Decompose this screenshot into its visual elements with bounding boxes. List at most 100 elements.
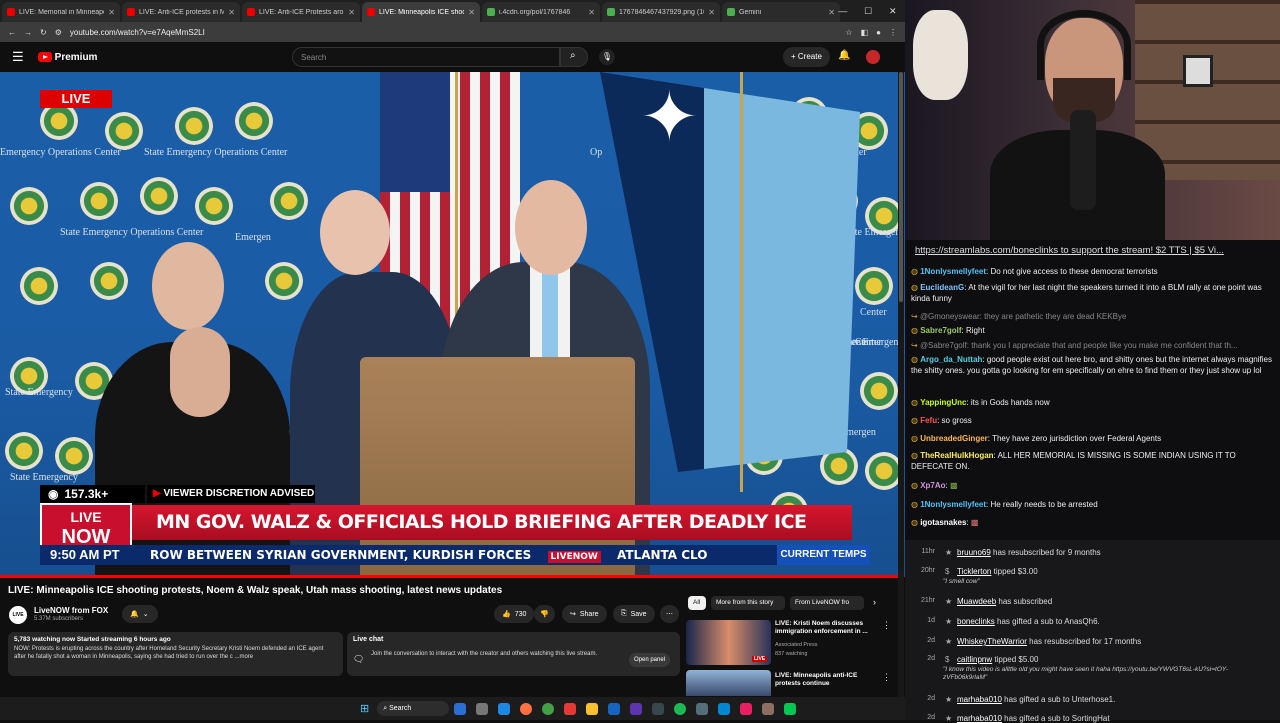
browser-tab[interactable]: LIVE: Minneapolis ICE shoo ✕	[362, 2, 480, 22]
app-icon[interactable]	[520, 702, 533, 715]
app-icon[interactable]	[652, 702, 665, 715]
event-user[interactable]: WhiskeyTheWarrior	[957, 637, 1027, 646]
event-user[interactable]: marhaba010	[957, 695, 1002, 704]
account-avatar[interactable]	[866, 50, 880, 64]
maximize-icon[interactable]: ☐	[864, 6, 872, 17]
chat-username[interactable]: 1Nonlysmellyfeet	[920, 500, 986, 509]
like-button[interactable]: 👍 730	[494, 605, 535, 623]
site-info-icon[interactable]: ⚙	[55, 28, 62, 37]
tab-close-icon[interactable]: ✕	[708, 8, 715, 17]
chat-username[interactable]: Fefu	[920, 416, 937, 425]
event-user[interactable]: boneclinks	[957, 617, 995, 626]
browser-tab[interactable]: LIVE: Anti-ICE Protests aro ✕	[242, 2, 360, 22]
related-more-icon[interactable]: ⋮	[882, 672, 891, 683]
profile-icon[interactable]: ●	[876, 28, 881, 37]
event-body: caitlinpnw tipped $5.00	[957, 655, 1038, 664]
app-icon[interactable]	[454, 702, 467, 715]
save-button[interactable]: ⎘ Save	[613, 605, 655, 623]
tab-close-icon[interactable]: ✕	[228, 8, 235, 17]
tab-close-icon[interactable]: ✕	[588, 8, 595, 17]
related-video-2[interactable]: LIVE: Minneapolis anti-ICE protests cont…	[686, 670, 896, 696]
minimize-icon[interactable]: —	[838, 6, 847, 16]
chips-next-chevron-icon[interactable]: ›	[873, 597, 876, 607]
bookmark-star-icon[interactable]: ☆	[845, 28, 852, 37]
reload-icon[interactable]: ↻	[40, 28, 47, 37]
app-icon[interactable]	[784, 702, 797, 715]
event-user[interactable]: marhaba010	[957, 714, 1002, 723]
app-icon[interactable]	[542, 702, 555, 715]
open-panel-button[interactable]: Open panel	[629, 653, 671, 667]
windows-start-icon[interactable]: ⊞	[360, 702, 369, 715]
app-icon[interactable]	[762, 702, 775, 715]
chat-username[interactable]: 1Nonlysmellyfeet	[920, 267, 986, 276]
app-icon[interactable]	[476, 702, 489, 715]
related-video-1[interactable]: LIVE LIVE: Kristi Noem discusses immigra…	[686, 620, 896, 665]
description-box[interactable]: 5,783 watching now Started streaming 6 h…	[8, 632, 343, 676]
live-now-logo: LIVE NOW	[40, 503, 132, 548]
back-icon[interactable]: ←	[8, 28, 16, 37]
app-icon[interactable]	[498, 702, 511, 715]
chat-username[interactable]: Xp7Ao	[920, 481, 945, 490]
app-icon[interactable]	[564, 702, 577, 715]
create-button[interactable]: + Create	[783, 47, 830, 67]
scrollbar-thumb[interactable]	[899, 72, 903, 302]
app-icon[interactable]	[608, 702, 621, 715]
chat-username[interactable]: Sabre7golf	[920, 326, 961, 335]
chat-badge-icon: ◍	[911, 451, 921, 460]
search-input[interactable]: Search	[292, 47, 560, 67]
live-badge-small: LIVE	[752, 656, 768, 662]
chat-username[interactable]: TheRealHulkHogan	[920, 451, 993, 460]
channel-name[interactable]: LiveNOW from FOX	[34, 606, 108, 615]
channel-avatar[interactable]: LIVE	[9, 606, 27, 624]
tab-close-icon[interactable]: ✕	[348, 8, 355, 17]
browser-tab[interactable]: LIVE: Memorial in Minneapolis ✕	[2, 2, 120, 22]
chat-username[interactable]: Argo_da_Nuttah	[920, 355, 982, 364]
search-button[interactable]: ⌕	[560, 47, 588, 67]
browser-tab[interactable]: 1767846467437929.png (100 ✕	[602, 2, 720, 22]
close-icon[interactable]: ✕	[889, 6, 897, 17]
page-scrollbar[interactable]	[898, 72, 904, 697]
share-button[interactable]: ↪ Share	[562, 605, 607, 623]
hamburger-menu-icon[interactable]: ☰	[12, 49, 24, 65]
url-field[interactable]: youtube.com/watch?v=e7AqeMmS2LI	[70, 28, 838, 37]
tab-close-icon[interactable]: ✕	[108, 8, 115, 17]
notifications-bell-icon[interactable]: 🔔	[838, 50, 850, 61]
event-user[interactable]: Muawdeeb	[957, 597, 996, 606]
chat-username[interactable]: YappingUnc	[920, 398, 966, 407]
chat-username[interactable]: UnbreadedGinger	[920, 434, 988, 443]
app-icon[interactable]	[740, 702, 753, 715]
event-user[interactable]: bruuno69	[957, 548, 991, 557]
app-icon[interactable]	[630, 702, 643, 715]
filter-chip[interactable]: More from this story	[711, 596, 785, 610]
chat-username[interactable]: igotasnakes	[920, 518, 966, 527]
chat-banner[interactable]: https://streamlabs.com/boneclinks to sup…	[915, 245, 1275, 256]
app-icon[interactable]	[674, 702, 687, 715]
filter-chip[interactable]: All	[688, 596, 706, 610]
filter-chip[interactable]: From LiveNOW fro	[790, 596, 864, 610]
youtube-logo[interactable]: Premium	[37, 52, 97, 63]
chat-text: so gross	[941, 416, 972, 425]
chat-username[interactable]: EuclideanG	[920, 283, 964, 292]
browser-tab[interactable]: i.4cdn.org/pol/1767846 ✕	[482, 2, 600, 22]
dislike-button[interactable]: 👎	[534, 605, 555, 623]
subscribed-bell-button[interactable]: 🔔 ⌄	[122, 605, 158, 623]
extensions-icon[interactable]: ◧	[861, 28, 869, 37]
chat-message: ◍ EuclideanG: At the vigil for her last …	[911, 282, 1274, 304]
more-actions-button[interactable]: ⋯	[660, 605, 679, 623]
forward-icon[interactable]: →	[24, 28, 32, 37]
event-user[interactable]: caitlinpnw	[957, 655, 992, 664]
tab-close-icon[interactable]: ✕	[468, 8, 475, 17]
taskbar-search[interactable]: ⌕ Search	[377, 701, 450, 716]
app-icon[interactable]	[718, 702, 731, 715]
related-more-icon[interactable]: ⋮	[882, 620, 891, 631]
more-dots-icon: ⋯	[666, 611, 673, 618]
browser-tab[interactable]: Gemini ✕	[722, 2, 840, 22]
microphone-icon[interactable]: 🎙	[599, 49, 615, 65]
app-icon[interactable]	[696, 702, 709, 715]
menu-dots-icon[interactable]: ⋮	[889, 28, 897, 37]
app-icon[interactable]	[586, 702, 599, 715]
video-progress-bar[interactable]	[0, 575, 898, 578]
browser-tab[interactable]: LIVE: Anti-ICE protests in Minn✕	[122, 2, 240, 22]
event-user[interactable]: Ticklerton	[957, 567, 991, 576]
subscriber-star-icon: ★	[945, 714, 953, 723]
